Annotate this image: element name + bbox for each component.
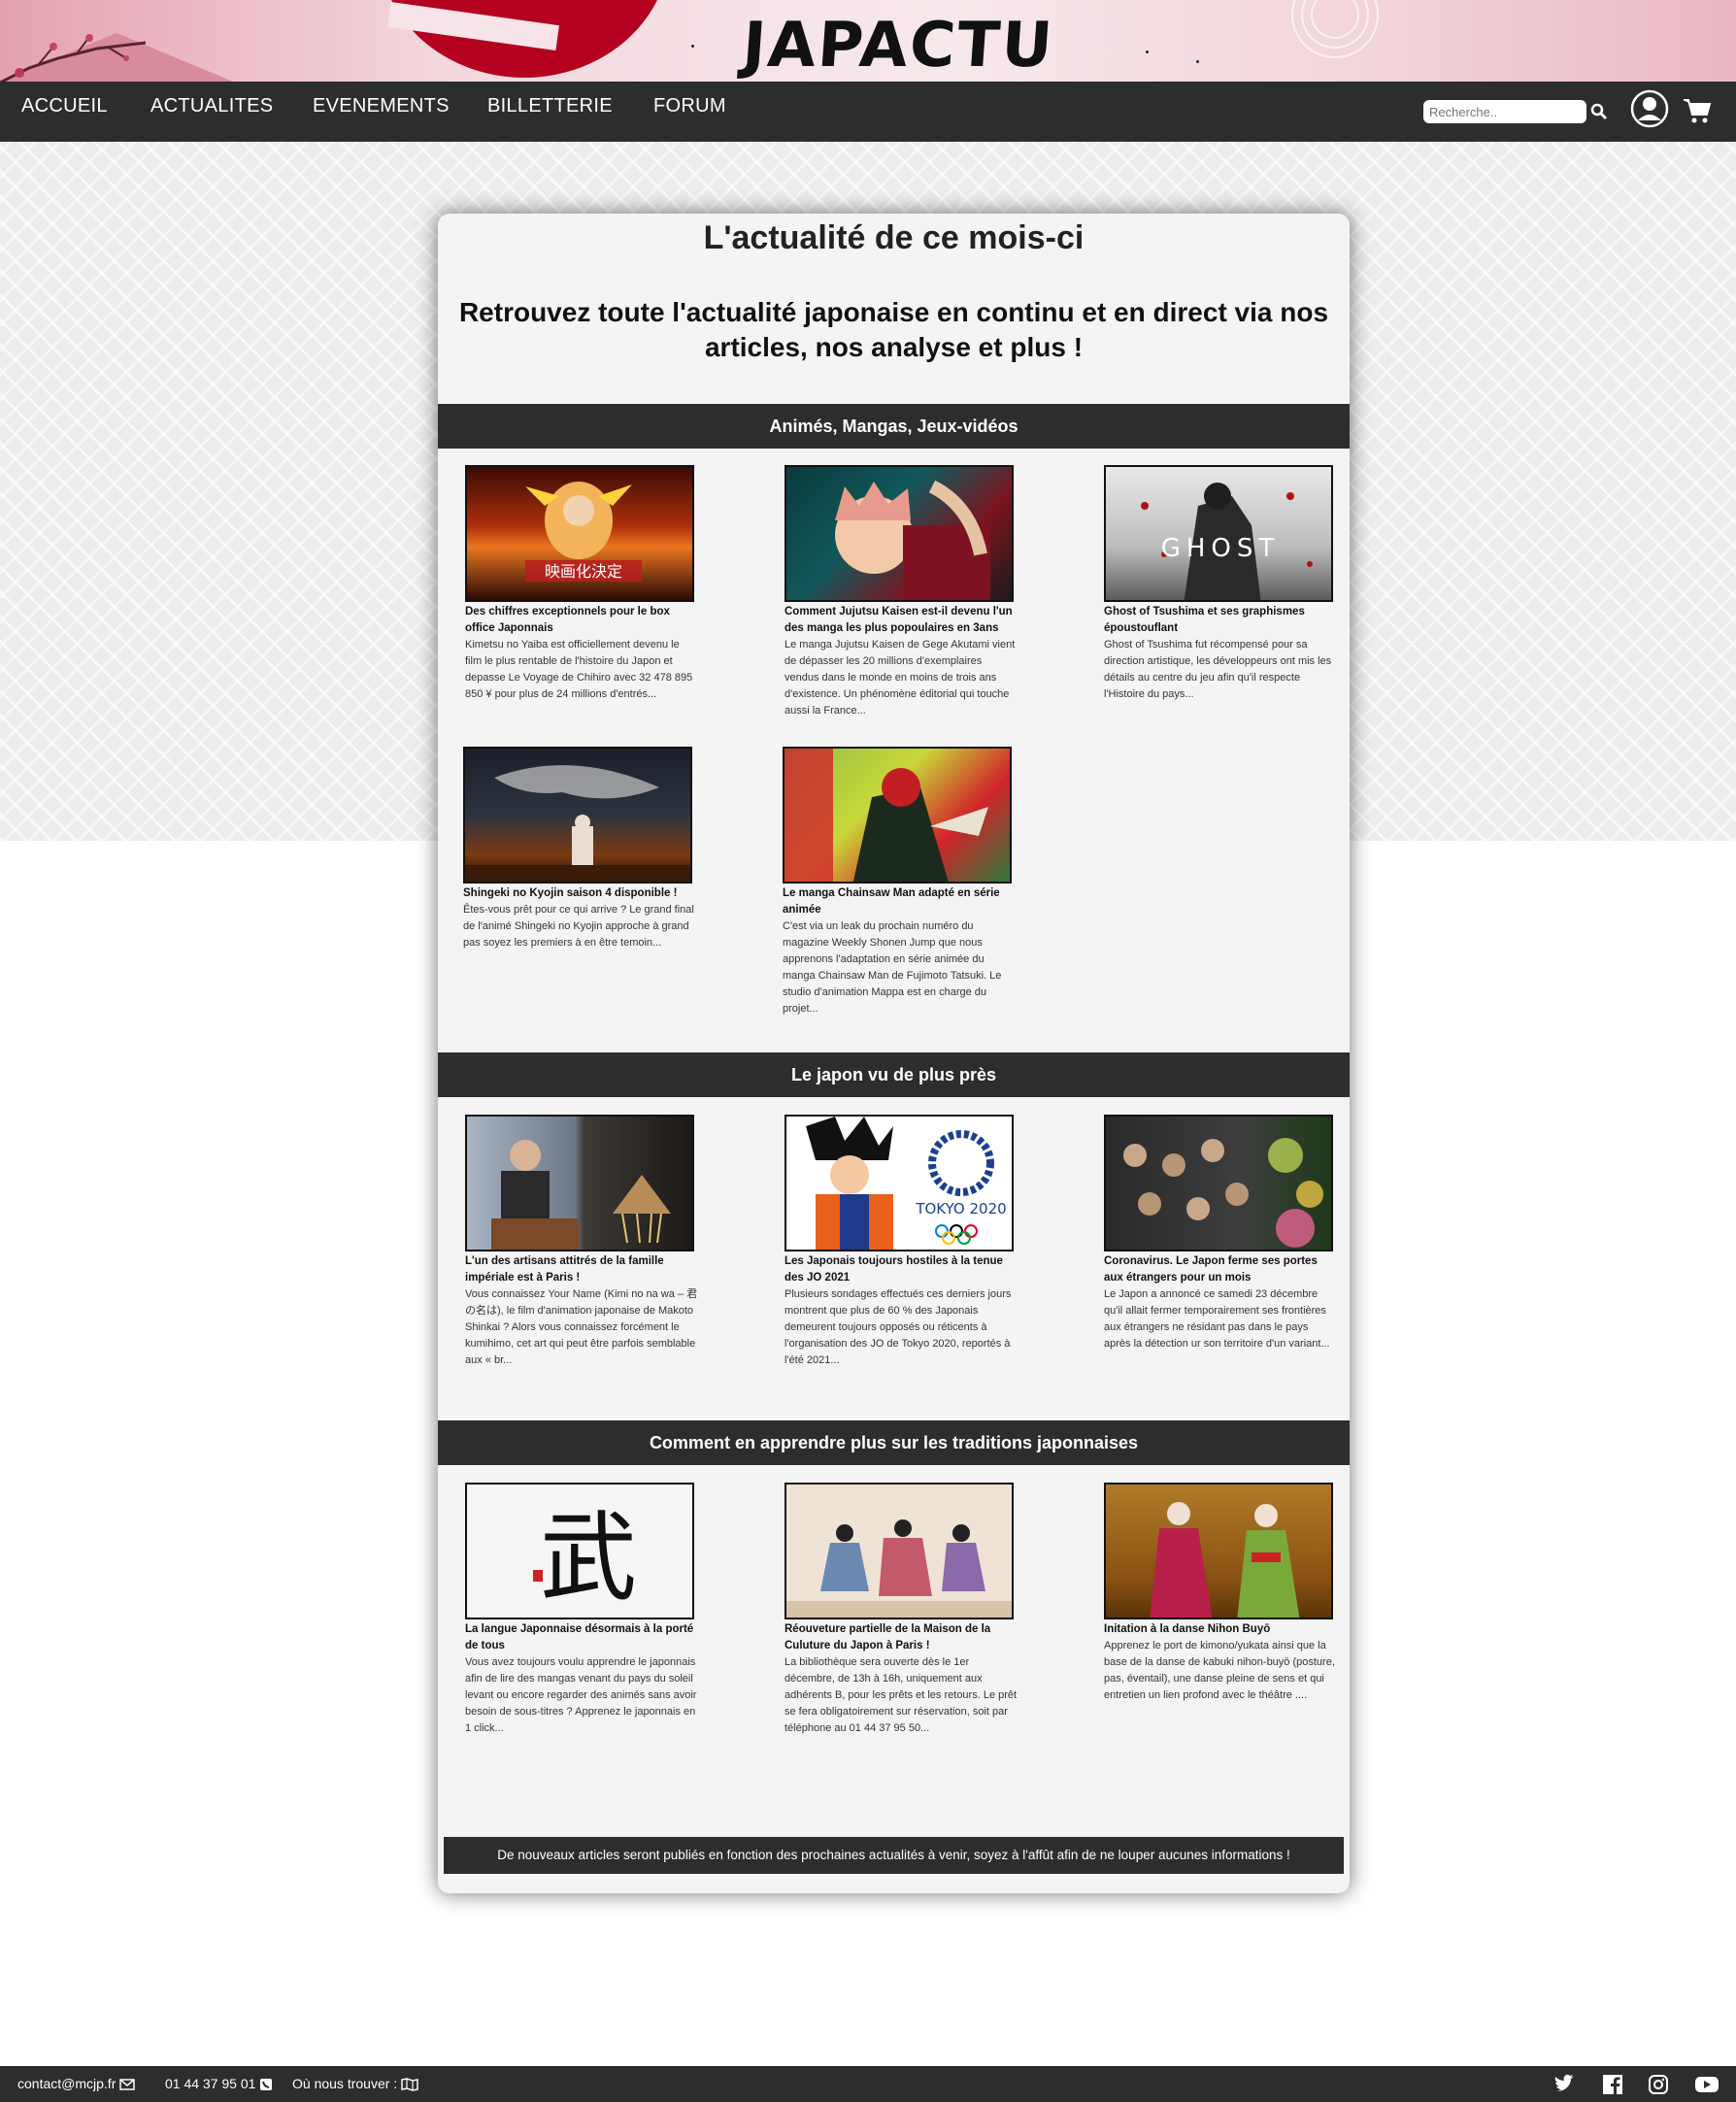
kimetsu-caption: 映画化決定 [545, 562, 622, 581]
twitter-icon[interactable] [1553, 2074, 1575, 2095]
article-title[interactable]: Comment Jujutsu Kaisen est-il devenu l'u… [785, 604, 1018, 637]
article-excerpt: Kimetsu no Yaiba est officiellement deve… [465, 639, 693, 700]
article-card[interactable]: Shingeki no Kyojin saison 4 disponible !… [463, 747, 696, 951]
nav-forum[interactable]: FORUM [653, 95, 726, 117]
article-title[interactable]: Ghost of Tsushima et ses graphismes épou… [1104, 604, 1337, 637]
site-logo[interactable]: JAPACTU [740, 10, 1056, 82]
article-thumbnail[interactable] [785, 1483, 1014, 1619]
search-input[interactable] [1423, 100, 1586, 123]
tokyo-2020-illustration: TOKYO 2020 [806, 1117, 1007, 1250]
article-title[interactable]: Shingeki no Kyojin saison 4 disponible ! [463, 885, 696, 902]
article-card[interactable]: 武 La langue Japonnaise désormais à la po… [465, 1483, 698, 1737]
article-card[interactable]: Le manga Chainsaw Man adapté en série an… [783, 747, 1016, 1018]
jujutsu-illustration [835, 480, 990, 600]
banner-dot [1196, 60, 1199, 63]
news-card: L'actualité de ce mois-ci Retrouvez tout… [438, 214, 1350, 1893]
article-title[interactable]: Les Japonais toujours hostiles à la tenu… [785, 1253, 1018, 1286]
header-banner: JAPACTU [0, 0, 1736, 82]
article-title[interactable]: Des chiffres exceptionnels pour le box o… [465, 604, 698, 637]
kumihimo-illustration [491, 1140, 671, 1250]
calligraphy-illustration: 武 [533, 1501, 637, 1615]
article-card[interactable]: Comment Jujutsu Kaisen est-il devenu l'u… [785, 465, 1018, 719]
article-excerpt: Apprenez le port de kimono/yukata ainsi … [1104, 1640, 1335, 1701]
banner-dot [1146, 50, 1149, 53]
shingeki-illustration [465, 765, 690, 882]
article-title[interactable]: Initation à la danse Nihon Buyō [1104, 1621, 1337, 1638]
article-thumbnail[interactable] [463, 747, 692, 884]
footer-phone[interactable]: 01 44 37 95 01 [165, 2076, 273, 2091]
article-thumbnail[interactable] [1104, 1483, 1333, 1619]
article-excerpt: Vous connaissez Your Name (Kimi no na wa… [465, 1288, 698, 1366]
article-thumbnail[interactable]: TOKYO 2020 [785, 1115, 1014, 1251]
section-header-traditions: Comment en apprendre plus sur les tradit… [438, 1420, 1350, 1465]
article-title[interactable]: L'un des artisans attitrés de la famille… [465, 1253, 698, 1286]
instagram-icon[interactable] [1648, 2074, 1669, 2095]
nihon-buyo-illustration [1150, 1502, 1300, 1618]
article-excerpt: Plusieurs sondages effectués ces dernier… [785, 1288, 1012, 1366]
envelope-icon [119, 2079, 135, 2090]
youtube-icon[interactable] [1694, 2074, 1719, 2095]
section-header-japon: Le japon vu de plus près [438, 1052, 1350, 1097]
phone-icon [260, 2079, 273, 2090]
article-title[interactable]: La langue Japonnaise désormais à la port… [465, 1621, 698, 1654]
nav-accueil[interactable]: ACCUEIL [21, 95, 108, 117]
ukiyo-e-illustration [786, 1519, 1012, 1618]
article-thumbnail[interactable] [785, 465, 1014, 602]
map-icon [401, 2078, 418, 2091]
page-title: L'actualité de ce mois-ci [703, 219, 1085, 256]
article-thumbnail[interactable] [465, 1115, 694, 1251]
article-card[interactable]: L'un des artisans attitrés de la famille… [465, 1115, 698, 1369]
article-excerpt: Vous avez toujours voulu apprendre le ja… [465, 1656, 697, 1734]
article-thumbnail[interactable]: 武 [465, 1483, 694, 1619]
article-thumbnail[interactable]: 映画化決定 [465, 465, 694, 602]
article-excerpt: C'est via un leak du prochain numéro du … [783, 920, 1002, 1015]
facebook-icon[interactable] [1602, 2074, 1623, 2095]
article-title[interactable]: Coronavirus. Le Japon ferme ses portes a… [1104, 1253, 1337, 1286]
article-card[interactable]: Initation à la danse Nihon Buyō Apprenez… [1104, 1483, 1337, 1704]
shopping-cart-icon[interactable] [1683, 97, 1712, 124]
article-card[interactable]: Réouveture partielle de la Maison de la … [785, 1483, 1018, 1737]
article-thumbnail[interactable]: GHOST [1104, 465, 1333, 602]
footer-location[interactable]: Où nous trouver : [292, 2076, 418, 2091]
nav-billetterie[interactable]: BILLETTERIE [487, 95, 613, 117]
kimetsu-illustration: 映画化決定 [525, 482, 642, 582]
user-account-icon[interactable] [1630, 89, 1669, 128]
search-icon[interactable] [1588, 101, 1610, 122]
footnote-banner: De nouveaux articles seront publiés en f… [444, 1837, 1344, 1874]
article-card[interactable]: Coronavirus. Le Japon ferme ses portes a… [1104, 1115, 1337, 1352]
article-excerpt: Êtes-vous prêt pour ce qui arrive ? Le g… [463, 904, 694, 949]
crowd-illustration [1123, 1138, 1323, 1248]
article-thumbnail[interactable] [1104, 1115, 1333, 1251]
article-excerpt: La bibliothèque sera ouverte dès le 1er … [785, 1656, 1018, 1734]
chainsaw-man-illustration [785, 749, 988, 882]
article-excerpt: Le Japon a annoncé ce samedi 23 décembre… [1104, 1288, 1330, 1350]
ghost-caption: GHOST [1161, 534, 1281, 563]
banner-dot [691, 45, 694, 48]
section-header-anime: Animés, Mangas, Jeux-vidéos [438, 404, 1350, 449]
calligraphy-character: 武 [540, 1501, 637, 1615]
article-excerpt: Le manga Jujutsu Kaisen de Gege Akutami … [785, 639, 1016, 717]
footer: contact@mcjp.fr 01 44 37 95 01 Où nous t… [0, 2066, 1736, 2102]
footer-phone-text[interactable]: 01 44 37 95 01 [165, 2076, 255, 2091]
ghost-of-tsushima-illustration: GHOST [1141, 483, 1313, 600]
footer-email[interactable]: contact@mcjp.fr [17, 2076, 135, 2091]
article-card[interactable]: GHOST Ghost of Tsushima et ses graphisme… [1104, 465, 1337, 703]
cherry-tree-illustration [0, 34, 147, 82]
footer-location-text[interactable]: Où nous trouver : [292, 2076, 397, 2091]
footer-email-text[interactable]: contact@mcjp.fr [17, 2076, 116, 2091]
article-excerpt: Ghost of Tsushima fut récompensé pour sa… [1104, 639, 1332, 700]
intro-text: Retrouvez toute l'actualité japonaise en… [458, 297, 1329, 362]
article-card[interactable]: TOKYO 2020 Les Japonais toujours hostile… [785, 1115, 1018, 1369]
article-card[interactable]: 映画化決定 Des chiffres exceptionnels pour le… [465, 465, 698, 703]
tokyo-caption: TOKYO 2020 [915, 1200, 1006, 1218]
nav-actualites[interactable]: ACTUALITES [150, 95, 273, 117]
article-title[interactable]: Réouveture partielle de la Maison de la … [785, 1621, 1018, 1654]
article-thumbnail[interactable] [783, 747, 1012, 884]
nav-evenements[interactable]: EVENEMENTS [313, 95, 450, 117]
article-title[interactable]: Le manga Chainsaw Man adapté en série an… [783, 885, 1016, 918]
